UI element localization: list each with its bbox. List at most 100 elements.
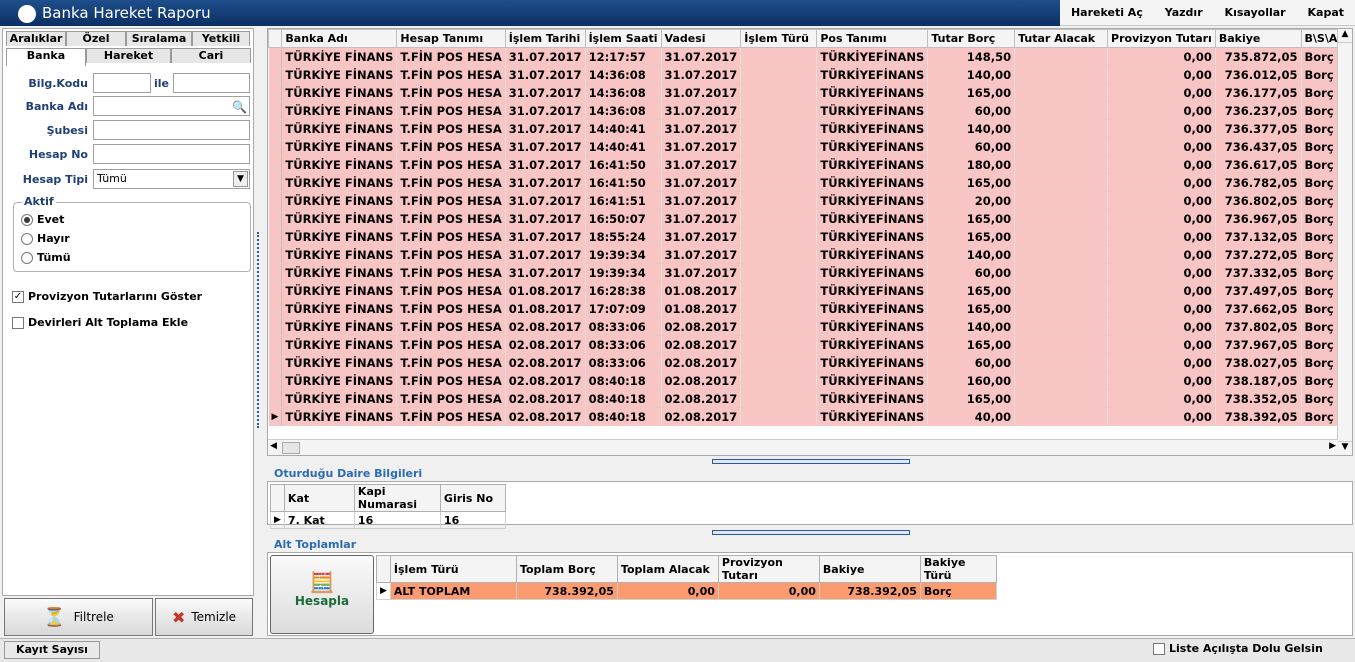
grid-vertical-scrollbar[interactable]: ▲ ▼: [1337, 29, 1352, 455]
table-row[interactable]: TÜRKİYE FİNANS T.FİN POS HESA 02.08.2017 08…: [268, 389, 1352, 408]
daire-col-kat[interactable]: Kat: [283, 484, 355, 512]
daire-col-kapi[interactable]: Kapi Numarasi: [353, 484, 441, 512]
hesap-tipi-select[interactable]: Tümü ▼: [93, 169, 250, 189]
grid-col-header[interactable]: Pos Tanımı: [816, 29, 929, 48]
menu-hareketi-ac[interactable]: Hareketi Aç: [1071, 6, 1143, 19]
alt-col-header[interactable]: Provizyon Tutarı: [717, 555, 820, 583]
table-row[interactable]: TÜRKİYE FİNANS T.FİN POS HESA 31.07.2017 16…: [268, 173, 1352, 192]
tab-ozel[interactable]: Özel: [66, 31, 126, 46]
table-row[interactable]: TÜRKİYE FİNANS T.FİN POS HESA 31.07.2017 18…: [268, 227, 1352, 246]
grid-cell: 736.782,05: [1215, 173, 1302, 192]
table-row[interactable]: TÜRKİYE FİNANS T.FİN POS HESA 31.07.2017 14…: [268, 101, 1352, 120]
grid-col-header[interactable]: Bakiye: [1214, 29, 1302, 48]
table-row[interactable]: TÜRKİYE FİNANS T.FİN POS HESA 31.07.2017 14…: [268, 119, 1352, 138]
banka-adi-input[interactable]: 🔍: [93, 96, 250, 116]
grid-col-header[interactable]: Banka Adı: [281, 29, 398, 48]
filtrele-button[interactable]: ⏳ Filtrele: [4, 598, 153, 636]
grid-cell: TÜRKİYE FİNANS: [281, 47, 398, 66]
table-row[interactable]: TÜRKİYE FİNANS T.FİN POS HESA 31.07.2017 14…: [268, 65, 1352, 84]
scroll-thumb[interactable]: [282, 442, 300, 454]
alt-col-header[interactable]: İşlem Türü: [389, 555, 517, 583]
grid-col-header[interactable]: Provizyon Tutarı: [1107, 29, 1216, 48]
liste-acilista-checkbox[interactable]: Liste Açılışta Dolu Gelsin: [1153, 642, 1323, 655]
grid-col-header[interactable]: Vadesi: [660, 29, 742, 48]
grid-cell: 140,00: [927, 245, 1016, 264]
table-row[interactable]: TÜRKİYE FİNANS T.FİN POS HESA 02.08.2017 08…: [268, 335, 1352, 354]
tab-hareket[interactable]: Hareket: [86, 48, 171, 63]
provizyon-label: Provizyon Tutarlarını Göster: [28, 290, 203, 303]
grid-cell: TÜRKİYE FİNANS: [281, 407, 398, 426]
grid-cell: 02.08.2017: [505, 353, 586, 372]
search-icon[interactable]: 🔍: [232, 98, 247, 116]
subesi-input[interactable]: [93, 120, 250, 140]
hesap-no-input[interactable]: [93, 144, 250, 164]
table-row[interactable]: TÜRKİYE FİNANS T.FİN POS HESA 02.08.2017 08…: [268, 371, 1352, 390]
grid-cell: [1014, 119, 1109, 138]
scroll-down-icon[interactable]: ▼: [1338, 441, 1352, 455]
grid-col-header[interactable]: Tutar Borç: [927, 29, 1016, 48]
alt-col-header[interactable]: Toplam Alacak: [616, 555, 719, 583]
grid-cell: TÜRKİYEFİNANS: [816, 407, 929, 426]
tab-cari[interactable]: Cari: [171, 48, 251, 63]
table-row[interactable]: TÜRKİYE FİNANS T.FİN POS HESA 31.07.2017 16…: [268, 209, 1352, 228]
table-row[interactable]: TÜRKİYE FİNANS T.FİN POS HESA 31.07.2017 19…: [268, 245, 1352, 264]
bilg-kodu-end-input[interactable]: [173, 73, 250, 93]
table-row[interactable]: TÜRKİYE FİNANS T.FİN POS HESA 02.08.2017 08…: [268, 317, 1352, 336]
grid-cell: [740, 371, 818, 390]
grid-col-header[interactable]: Tutar Alacak: [1014, 29, 1109, 48]
table-row[interactable]: TÜRKİYE FİNANS T.FİN POS HESA 31.07.2017 16…: [268, 191, 1352, 210]
grid-cell: TÜRKİYEFİNANS: [816, 227, 929, 246]
scroll-up-icon[interactable]: ▲: [1338, 29, 1352, 43]
grid-col-header[interactable]: Hesap Tanımı: [396, 29, 506, 48]
grid-cell: 0,00: [1107, 137, 1216, 156]
provizyon-checkbox[interactable]: ✓ Provizyon Tutarlarını Göster: [12, 290, 202, 303]
table-row[interactable]: TÜRKİYE FİNANS T.FİN POS HESA 01.08.2017 16…: [268, 281, 1352, 300]
radio-evet[interactable]: Evet: [21, 213, 64, 226]
tab-banka[interactable]: Banka: [6, 48, 86, 66]
menu-kisayollar[interactable]: Kısayollar: [1225, 6, 1286, 19]
grid-cell: 31.07.2017: [505, 101, 586, 120]
table-row[interactable]: TÜRKİYE FİNANS T.FİN POS HESA 31.07.2017 14…: [268, 83, 1352, 102]
grid-cell: 0,00: [1107, 371, 1216, 390]
row-pointer-icon: ▶: [268, 407, 283, 426]
alt-col-header[interactable]: Bakiye: [818, 555, 921, 583]
vertical-splitter[interactable]: [257, 232, 262, 428]
table-row[interactable]: ▶ TÜRKİYE FİNANS T.FİN POS HESA 02.08.2017 0…: [268, 407, 1352, 426]
scroll-right-icon[interactable]: ▶: [1329, 441, 1336, 451]
hesapla-button[interactable]: 🧮 Hesapla: [270, 555, 374, 634]
row-indicator: [268, 245, 283, 264]
chevron-down-icon[interactable]: ▼: [233, 171, 248, 187]
menu-yazdir[interactable]: Yazdır: [1165, 6, 1203, 19]
scroll-left-icon[interactable]: ◀: [270, 441, 277, 451]
tab-araliklar[interactable]: Aralıklar: [6, 31, 66, 46]
tab-siralama[interactable]: Sıralama: [126, 31, 192, 46]
grid-cell: 31.07.2017: [661, 245, 742, 264]
grid-cell: 0,00: [1107, 227, 1216, 246]
table-row[interactable]: TÜRKİYE FİNANS T.FİN POS HESA 31.07.2017 14…: [268, 137, 1352, 156]
grid-col-header[interactable]: İşlem Tarihi: [504, 29, 586, 48]
horizontal-splitter-2[interactable]: [712, 530, 910, 535]
radio-hayir[interactable]: Hayır: [21, 232, 70, 245]
alt-toplam-row[interactable]: ▶ ALT TOPLAM 738.392,05 0,00 0,00 738.392,05 B…: [376, 582, 997, 600]
table-row[interactable]: TÜRKİYE FİNANS T.FİN POS HESA 31.07.2017 12…: [268, 47, 1352, 66]
grid-col-header[interactable]: İşlem Saati: [584, 29, 662, 48]
devir-checkbox[interactable]: Devirleri Alt Toplama Ekle: [12, 316, 188, 329]
table-row[interactable]: TÜRKİYE FİNANS T.FİN POS HESA 31.07.2017 16…: [268, 155, 1352, 174]
table-row[interactable]: TÜRKİYE FİNANS T.FİN POS HESA 01.08.2017 17…: [268, 299, 1352, 318]
daire-row[interactable]: ▶ 7. Kat 16 16: [270, 511, 506, 529]
daire-col-giris[interactable]: Giris No: [439, 484, 506, 512]
grid-horizontal-scrollbar[interactable]: ◀ ▶: [268, 439, 1338, 455]
radio-tumu[interactable]: Tümü: [21, 251, 71, 264]
table-row[interactable]: TÜRKİYE FİNANS T.FİN POS HESA 31.07.2017 19…: [268, 263, 1352, 282]
temizle-button[interactable]: ✖ Temizle: [155, 598, 253, 636]
radio-evet-label: Evet: [37, 213, 65, 226]
alt-col-header[interactable]: Toplam Borç: [515, 555, 618, 583]
alt-col-header[interactable]: Bakiye Türü: [919, 555, 997, 583]
tab-yetkili[interactable]: Yetkili: [192, 31, 250, 46]
menu-kapat[interactable]: Kapat: [1308, 6, 1345, 19]
bilg-kodu-start-input[interactable]: [93, 73, 151, 93]
table-row[interactable]: TÜRKİYE FİNANS T.FİN POS HESA 02.08.2017 08…: [268, 353, 1352, 372]
grid-col-header[interactable]: İşlem Türü: [740, 29, 818, 48]
grid-cell: TÜRKİYEFİNANS: [816, 119, 929, 138]
horizontal-splitter[interactable]: [712, 459, 910, 464]
